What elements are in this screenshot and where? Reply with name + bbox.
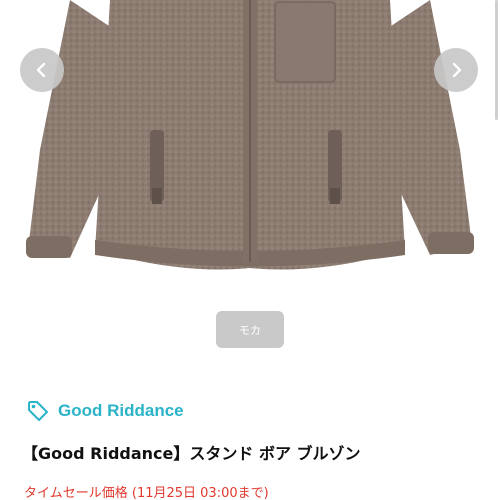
color-option-chip[interactable]: モカ (216, 311, 284, 348)
product-image-carousel[interactable] (0, 0, 500, 290)
product-page: モカ Good Riddance 【Good Riddance】スタンド ボア … (0, 0, 500, 500)
tag-icon (28, 401, 48, 421)
chevron-left-icon (36, 62, 46, 78)
color-option-label: モカ (239, 323, 261, 337)
carousel-prev-button[interactable] (20, 48, 64, 92)
brand-link[interactable]: Good Riddance (26, 398, 184, 424)
scrollbar[interactable] (495, 0, 498, 120)
product-title: 【Good Riddance】スタンド ボア ブルゾン (22, 444, 361, 463)
brand-name: Good Riddance (58, 401, 184, 420)
sale-price-label: タイムセール価格 (11月25日 03:00まで) (24, 486, 269, 500)
chevron-right-icon (452, 62, 462, 78)
carousel-next-button[interactable] (434, 48, 478, 92)
product-image (26, 0, 474, 270)
